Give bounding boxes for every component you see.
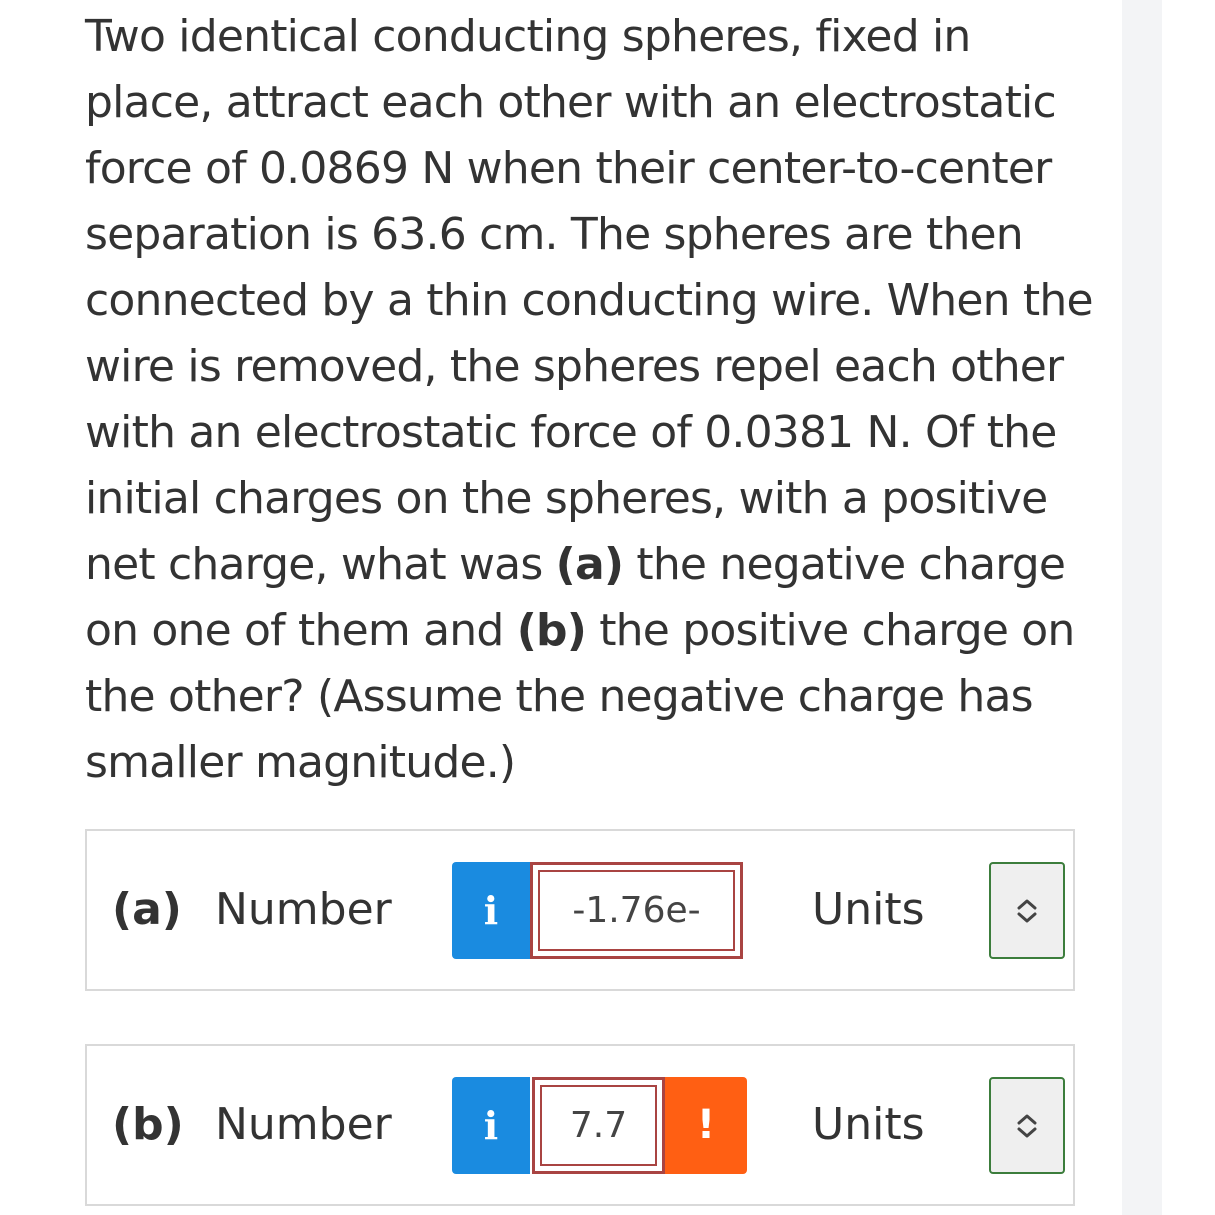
units-label: Units bbox=[812, 884, 925, 935]
info-button[interactable]: i bbox=[452, 862, 530, 959]
question-page: Two identical conducting spheres, fixed … bbox=[0, 0, 1215, 1215]
part-label: (b) bbox=[112, 1099, 184, 1150]
number-input[interactable]: 7.7 bbox=[532, 1077, 665, 1174]
answer-row-a: (a) Number i -1.76e- Units bbox=[85, 829, 1075, 991]
question-part-a-marker: (a) bbox=[555, 539, 624, 590]
units-label: Units bbox=[812, 1099, 925, 1150]
question-text: Two identical conducting spheres, fixed … bbox=[85, 4, 1095, 796]
number-label: Number bbox=[215, 1099, 392, 1150]
number-input-value[interactable]: -1.76e- bbox=[538, 870, 735, 951]
units-select[interactable] bbox=[989, 1077, 1065, 1174]
info-icon: i bbox=[483, 1103, 499, 1148]
number-input-value[interactable]: 7.7 bbox=[540, 1085, 657, 1166]
number-label: Number bbox=[215, 884, 392, 935]
number-input[interactable]: -1.76e- bbox=[530, 862, 743, 959]
scrollbar-track[interactable] bbox=[1122, 0, 1162, 1215]
info-icon: i bbox=[483, 888, 499, 933]
part-label: (a) bbox=[112, 884, 182, 935]
chevron-up-down-icon bbox=[1017, 899, 1037, 922]
chevron-up-down-icon bbox=[1017, 1114, 1037, 1137]
exclamation-icon: ! bbox=[696, 1102, 716, 1148]
answer-row-b: (b) Number i 7.7 ! Units bbox=[85, 1044, 1075, 1206]
question-text-part-1: Two identical conducting spheres, fixed … bbox=[85, 11, 1094, 590]
question-part-b-marker: (b) bbox=[516, 605, 587, 656]
info-button[interactable]: i bbox=[452, 1077, 530, 1174]
warning-button[interactable]: ! bbox=[665, 1077, 747, 1174]
units-select[interactable] bbox=[989, 862, 1065, 959]
